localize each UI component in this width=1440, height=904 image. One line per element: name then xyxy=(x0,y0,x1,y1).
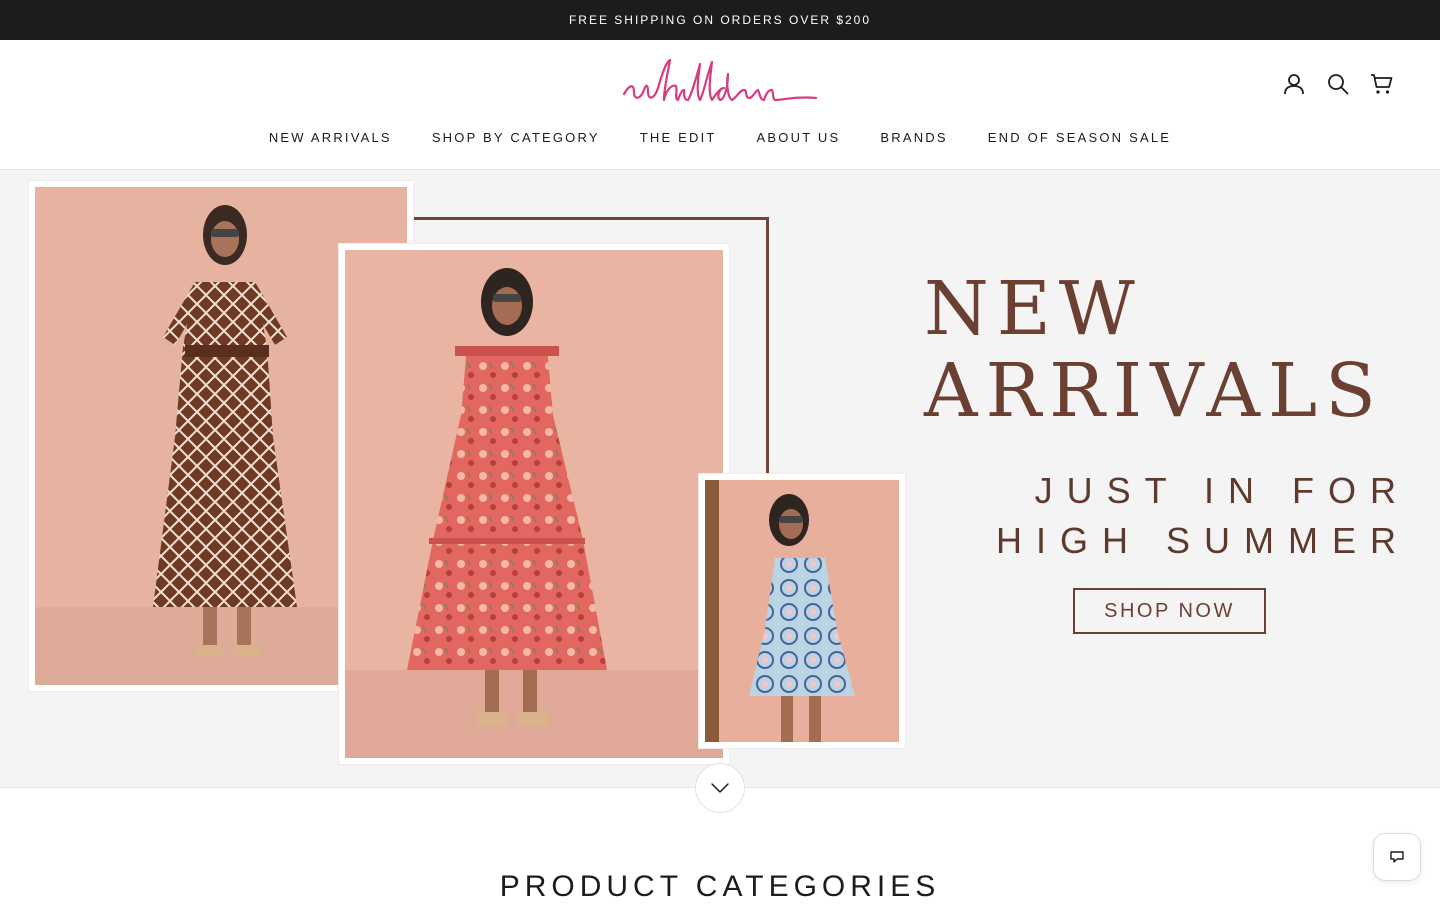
model-blue-dress-image xyxy=(705,480,899,742)
hero-subtitle-line2: HIGH SUMMER xyxy=(996,520,1410,561)
model-red-dress-image xyxy=(345,250,723,758)
main-nav: NEW ARRIVALS SHOP BY CATEGORY THE EDIT A… xyxy=(0,130,1440,145)
scroll-down-button[interactable] xyxy=(695,763,745,813)
hero-photo-blue-dress xyxy=(699,474,905,748)
hero-title-line1: NEW xyxy=(924,266,1143,352)
logo-mark xyxy=(622,58,818,102)
hero-title-line2: ARRIVALS xyxy=(924,348,1384,434)
announcement-text: FREE SHIPPING ON ORDERS OVER $200 xyxy=(568,13,872,27)
account-icon[interactable] xyxy=(1282,72,1306,96)
hero-subtitle-line1: JUST IN FOR xyxy=(1034,470,1410,511)
shop-now-button[interactable]: SHOP NOW xyxy=(1073,588,1266,634)
nav-brands[interactable]: BRANDS xyxy=(880,130,947,145)
search-icon[interactable] xyxy=(1326,72,1350,96)
nav-shop-by-category[interactable]: SHOP BY CATEGORY xyxy=(432,130,600,145)
cart-icon[interactable] xyxy=(1370,72,1394,96)
logo[interactable]: whilden xyxy=(620,54,820,114)
nav-end-of-season-sale[interactable]: END OF SEASON SALE xyxy=(988,130,1171,145)
chevron-down-icon xyxy=(711,783,729,793)
hero-title: NEW ARRIVALS xyxy=(924,268,1384,432)
nav-new-arrivals[interactable]: NEW ARRIVALS xyxy=(269,130,392,145)
hero-photo-red-dress xyxy=(339,244,729,764)
product-categories-heading: PRODUCT CATEGORIES xyxy=(499,870,941,903)
announcement-bar: FREE SHIPPING ON ORDERS OVER $200 xyxy=(0,0,1440,40)
nav-about-us[interactable]: ABOUT US xyxy=(757,130,841,145)
site-header: whilden NEW ARRIVALS SHOP BY CATEGORY TH… xyxy=(0,40,1440,170)
chat-icon xyxy=(1390,851,1404,863)
nav-the-edit[interactable]: THE EDIT xyxy=(640,130,717,145)
chat-button[interactable] xyxy=(1373,833,1421,881)
hero-subtitle: JUST IN FOR HIGH SUMMER xyxy=(990,466,1410,566)
hero-banner[interactable]: NEW ARRIVALS JUST IN FOR HIGH SUMMER SHO… xyxy=(0,170,1440,788)
